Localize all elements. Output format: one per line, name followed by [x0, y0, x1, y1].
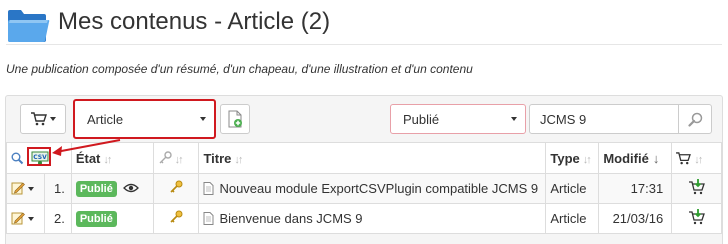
- cart-icon: [30, 112, 47, 126]
- status-select-value: Publié: [403, 111, 440, 127]
- type-select-value: Article: [87, 111, 124, 127]
- chevron-down-icon: [28, 187, 34, 191]
- type-description: Une publication composée d'un résumé, d'…: [6, 62, 473, 76]
- key-icon: [170, 210, 183, 223]
- add-document-button[interactable]: [220, 104, 250, 134]
- table-row: 1. Publié Nouveau module ExportCSVPlugin…: [6, 173, 722, 204]
- row-title-link[interactable]: Nouveau module ExportCSVPlugin compatibl…: [219, 181, 538, 196]
- column-header-key[interactable]: ↓↑: [152, 142, 200, 174]
- column-header-etat[interactable]: État ↓↑: [70, 142, 154, 174]
- column-header-label: État: [75, 150, 101, 166]
- sort-icon: ↓↑: [582, 153, 592, 166]
- sort-icon: ↓↑: [694, 153, 703, 166]
- add-document-icon: [228, 110, 242, 128]
- zoom-icon[interactable]: [11, 152, 24, 165]
- chevron-down-icon: [511, 117, 517, 121]
- folder-icon: [8, 10, 50, 42]
- content-table: CSV État ↓↑ ↓↑ Titre ↓↑ Type ↓↑ Modifié …: [6, 142, 722, 234]
- search-input[interactable]: JCMS 9: [529, 104, 679, 134]
- status-badge: Publié: [75, 211, 117, 227]
- search-icon: [687, 112, 702, 127]
- row-key: [152, 173, 200, 204]
- content-panel: Article Publié JCMS 9 CSV État ↓↑ ↓↑ Tit…: [5, 95, 723, 244]
- key-icon: [159, 150, 172, 163]
- csv-export-highlight: [27, 147, 51, 166]
- add-to-cart-icon: [688, 179, 705, 195]
- document-icon: [203, 182, 214, 195]
- toolbar: Article Publié JCMS 9: [6, 96, 722, 142]
- row-number: 1.: [43, 173, 72, 204]
- column-header-label: Modifié: [603, 150, 649, 166]
- row-key: [152, 203, 200, 234]
- add-to-cart-icon: [688, 209, 705, 225]
- row-add-to-cart[interactable]: [671, 173, 722, 204]
- sort-icon: ↓↑: [174, 153, 184, 166]
- column-header-label: Type: [550, 150, 580, 166]
- column-header-modifie[interactable]: Modifié ↓: [598, 142, 673, 174]
- title-divider: [6, 44, 722, 45]
- chevron-down-icon: [200, 117, 206, 121]
- sort-icon: ↓↑: [103, 153, 112, 166]
- table-header-row: CSV État ↓↑ ↓↑ Titre ↓↑ Type ↓↑ Modifié …: [6, 142, 722, 174]
- edit-icon: [11, 212, 25, 225]
- status-select[interactable]: Publié: [390, 104, 526, 134]
- key-icon: [170, 180, 183, 193]
- row-edit-dropdown[interactable]: [6, 173, 45, 204]
- row-type: Article: [545, 203, 600, 234]
- page-title: Mes contenus - Article (2): [58, 8, 331, 35]
- row-status: Publié: [70, 173, 154, 204]
- row-type: Article: [545, 173, 600, 204]
- row-modified: 17:31: [598, 173, 673, 204]
- cart-icon: [676, 151, 692, 164]
- row-edit-dropdown[interactable]: [6, 203, 45, 234]
- column-header-type[interactable]: Type ↓↑: [545, 142, 600, 174]
- chevron-down-icon: [28, 217, 34, 221]
- cart-dropdown-button[interactable]: [20, 104, 66, 134]
- document-icon: [203, 212, 214, 225]
- chevron-down-icon: [49, 117, 56, 121]
- row-number: 2.: [43, 203, 72, 234]
- table-row: 2. Publié Bienvenue dans JCMS 9 Article …: [6, 203, 722, 234]
- row-title[interactable]: Nouveau module ExportCSVPlugin compatibl…: [198, 173, 547, 204]
- row-status: Publié: [70, 203, 154, 234]
- type-select[interactable]: Article: [73, 99, 216, 139]
- sort-icon: ↓↑: [234, 153, 243, 166]
- row-add-to-cart[interactable]: [671, 203, 722, 234]
- column-header-cart[interactable]: ↓↑: [671, 142, 722, 174]
- column-header-titre[interactable]: Titre ↓↑: [198, 142, 547, 174]
- column-header-label: Titre: [203, 150, 232, 166]
- row-title-link[interactable]: Bienvenue dans JCMS 9: [219, 211, 362, 226]
- row-title[interactable]: Bienvenue dans JCMS 9: [198, 203, 547, 234]
- status-badge: Publié: [75, 181, 117, 197]
- row-modified: 21/03/16: [598, 203, 673, 234]
- eye-icon[interactable]: [123, 182, 140, 194]
- edit-icon: [11, 182, 25, 195]
- search-input-value: JCMS 9: [540, 111, 587, 127]
- search-button[interactable]: [678, 104, 712, 134]
- sort-descending-icon: ↓: [652, 150, 660, 166]
